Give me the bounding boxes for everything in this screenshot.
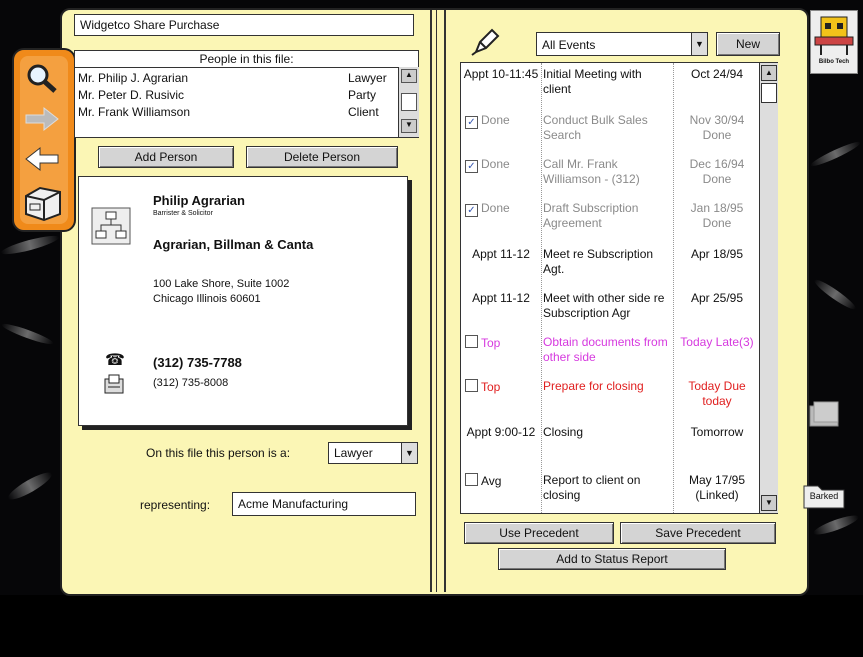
role-select[interactable]: Lawyer ▼ [328,442,418,464]
file-title-field[interactable]: Widgetco Share Purchase [74,14,414,36]
event-date: Nov 30/94 Done [689,113,745,142]
save-precedent-button[interactable]: Save Precedent [620,522,776,544]
representing-label: representing: [140,498,211,512]
event-description: Prepare for closing [543,379,644,393]
delete-person-button[interactable]: Delete Person [246,146,398,168]
event-description: Obtain documents from other side [543,335,668,364]
event-status: Done [481,157,510,171]
event-status: Done [481,113,510,127]
checkbox-icon[interactable] [465,335,478,348]
event-description: Call Mr. Frank Williamson - (312) [543,157,640,186]
event-status: Done [481,201,510,215]
add-to-status-report-button[interactable]: Add to Status Report [498,548,726,570]
event-description: Closing [543,425,584,439]
list-item[interactable]: Mr. Frank Williamson Client [78,104,398,121]
scroll-up-icon[interactable]: ▲ [761,65,777,81]
event-date: Today Due today [688,379,746,408]
add-person-button[interactable]: Add Person [98,146,234,168]
chevron-down-icon[interactable]: ▼ [691,33,707,55]
contact-fax: (312) 735-8008 [153,377,229,389]
event-description: Report to client on closing [543,473,641,502]
bilbo-tech-label: Bilbo Tech [818,59,850,65]
scroll-thumb[interactable] [401,93,417,111]
document-stack-icon[interactable] [806,400,842,430]
event-status: Appt 11-12 [472,291,530,305]
use-precedent-button[interactable]: Use Precedent [464,522,614,544]
contact-phone: (312) 735-7788 [153,355,242,370]
chevron-down-icon[interactable]: ▼ [401,443,417,463]
event-date: Oct 24/94 [690,67,744,81]
bilbo-tech-icon[interactable]: Bilbo Tech [810,10,858,74]
contact-name: Philip Agrarian [153,193,245,208]
forward-arrow-icon[interactable] [22,106,62,132]
event-description: Meet with other side re Subscription Agr [543,291,665,320]
contact-address-line2: Chicago Illinois 60601 [153,293,261,305]
contact-firm: Agrarian, Billman & Canta [153,237,314,252]
event-date: Today Late(3) [680,335,754,349]
events-scrollbar[interactable]: ▲ ▼ [759,63,778,513]
list-item[interactable]: Mr. Philip J. Agrarian Lawyer [78,70,398,87]
phone-icon: ☎ [105,352,125,369]
event-date: Apr 25/95 [690,291,744,305]
representing-field[interactable]: Acme Manufacturing [232,492,416,516]
event-status: Top [481,380,501,394]
screen-bottom [0,595,863,657]
archive-label: Barked [809,491,839,501]
people-list: People in this file: Mr. Philip J. Agrar… [74,50,419,138]
event-filter-select[interactable]: All Events ▼ [536,32,708,56]
event-description: Meet re Subscription Agt. [543,247,654,276]
role-label: On this file this person is a: [146,446,291,460]
people-list-header: People in this file: [75,51,418,68]
magnifier-icon[interactable] [22,60,62,94]
scroll-up-icon[interactable]: ▲ [401,69,417,83]
event-date: May 17/95 (Linked) [688,473,746,502]
event-date: Apr 18/95 [690,247,744,261]
event-description: Draft Subscription Agreement [543,201,639,230]
event-status: Appt 11-12 [472,247,530,261]
event-status: Avg [481,474,502,488]
binder-spine [430,10,446,592]
list-item[interactable]: Mr. Peter D. Rusivic Party [78,87,398,104]
event-date: Tomorrow [690,425,744,439]
checked-box-icon[interactable]: ✓ [465,204,478,217]
event-description: Initial Meeting with client [543,67,642,96]
events-list: Appt 10-11:45 Initial Meeting with client… [460,62,778,514]
event-description: Conduct Bulk Sales Search [543,113,648,142]
people-scrollbar[interactable]: ▲ ▼ [398,67,419,137]
event-date: Dec 16/94 Done [689,157,745,186]
scroll-thumb[interactable] [761,83,777,103]
pen-icon[interactable] [470,28,500,56]
scroll-down-icon[interactable]: ▼ [401,119,417,133]
checked-box-icon[interactable]: ✓ [465,160,478,173]
contact-address-line1: 100 Lake Shore, Suite 1002 [153,278,290,290]
checkbox-icon[interactable] [465,473,478,486]
event-date: Jan 18/95 Done [690,201,744,230]
fax-icon [103,373,125,395]
file-cabinet-icon[interactable] [20,182,64,222]
archive-folder-icon[interactable]: Barked [802,480,846,510]
back-arrow-icon[interactable] [22,146,62,172]
checked-box-icon[interactable]: ✓ [465,116,478,129]
event-status: Top [481,336,501,350]
org-chart-icon [91,207,131,245]
contact-card: Philip Agrarian Barrister & Solicitor Ag… [78,176,408,426]
scroll-down-icon[interactable]: ▼ [761,495,777,511]
new-event-button[interactable]: New [716,32,780,56]
event-status: Appt 9:00-12 [466,425,536,439]
event-status: Appt 10-11:45 [463,67,539,81]
nav-panel [12,48,76,232]
checkbox-icon[interactable] [465,379,478,392]
contact-title: Barrister & Solicitor [153,210,213,217]
